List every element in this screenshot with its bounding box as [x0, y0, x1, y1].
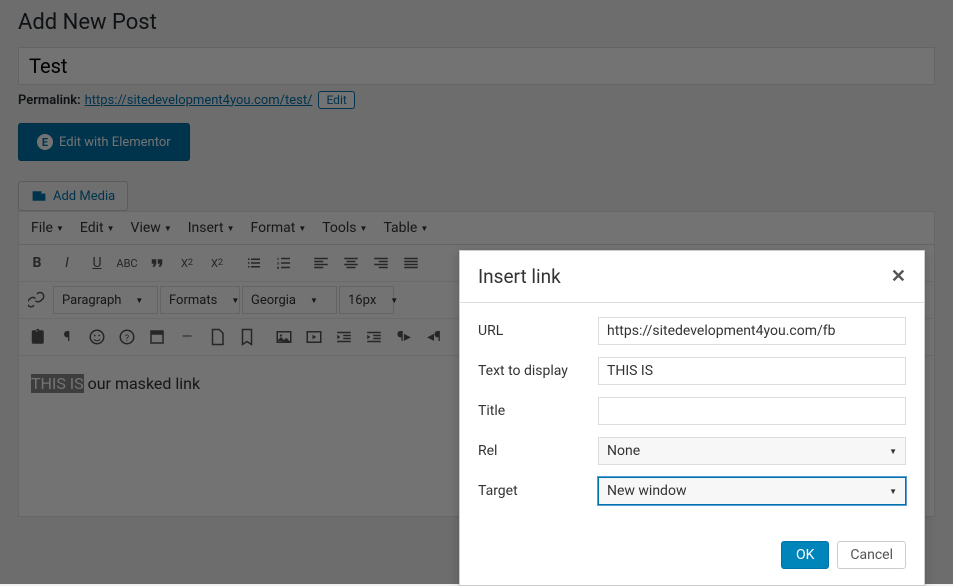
target-select[interactable]: New window▼ — [598, 477, 906, 505]
rel-label: Rel — [478, 443, 598, 459]
target-label: Target — [478, 483, 598, 499]
title-input[interactable] — [598, 397, 906, 425]
title-label: Title — [478, 403, 598, 419]
chevron-down-icon: ▼ — [889, 487, 897, 496]
text-to-display-label: Text to display — [478, 363, 598, 379]
cancel-button[interactable]: Cancel — [837, 541, 906, 569]
url-input[interactable] — [598, 317, 906, 345]
chevron-down-icon: ▼ — [889, 447, 897, 456]
ok-button[interactable]: OK — [781, 541, 829, 569]
modal-title: Insert link — [478, 265, 561, 288]
text-to-display-input[interactable] — [598, 357, 906, 385]
rel-select[interactable]: None▼ — [598, 437, 906, 465]
url-label: URL — [478, 323, 598, 339]
insert-link-modal: Insert link ✕ URL Text to display Title … — [459, 250, 925, 586]
close-icon[interactable]: ✕ — [891, 266, 906, 287]
